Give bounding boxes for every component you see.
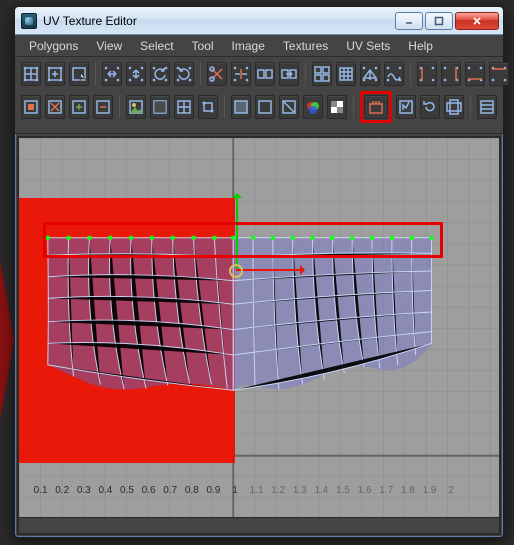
align-v-max[interactable] [489,62,509,86]
ruler-tick: 1.8 [401,485,415,496]
u-axis-ruler: 0.1 0.2 0.3 0.4 0.5 0.6 0.7 0.8 0.9 1 1.1 1.2 1.3 1.4… [19,485,499,499]
ruler-tick: 0.6 [142,485,156,496]
rotate-ccw[interactable] [150,62,170,86]
force-editor-rebake[interactable] [420,95,440,119]
menubar: Polygons View Select Tool Image Textures… [15,35,503,57]
split-uvs[interactable] [231,62,251,86]
menu-polygons[interactable]: Polygons [21,37,86,55]
ruler-tick: 0.3 [77,485,91,496]
dim-image[interactable] [150,95,170,119]
flip-u[interactable] [102,62,122,86]
cut-uv-edges[interactable] [207,62,227,86]
ruler-tick: 0.1 [34,485,48,496]
layout-uvs[interactable] [312,62,332,86]
ruler-tick: 1 [232,485,238,496]
ruler-tick: 1.4 [314,485,328,496]
ruler-tick: 0.8 [185,485,199,496]
update-psd-networks[interactable] [396,95,416,119]
ruler-tick: 0.2 [55,485,69,496]
toggle-filtered-display[interactable] [279,95,299,119]
display-alpha-channel[interactable] [327,95,347,119]
ruler-tick: 1.5 [336,485,350,496]
move-uv-shell-tool[interactable] [45,62,65,86]
ruler-tick: 0.7 [163,485,177,496]
display-rgb-channels[interactable] [303,95,323,119]
menu-image[interactable]: Image [224,37,273,55]
move-manip-v-axis[interactable] [236,194,238,270]
rotate-cw[interactable] [174,62,194,86]
ruler-tick: 1.3 [293,485,307,496]
canvas-area[interactable]: 0.1 0.2 0.3 0.4 0.5 0.6 0.7 0.8 0.9 1 1.1 1.2 1.3 1.4… [17,136,501,535]
ruler-tick: 1.9 [422,485,436,496]
shade-uvs[interactable] [231,95,251,119]
minimize-button[interactable] [395,12,423,30]
pixel-snap[interactable] [198,95,218,119]
display-image[interactable] [126,95,146,119]
sew-uv-edges[interactable] [255,62,275,86]
menu-select[interactable]: Select [132,37,181,55]
move-manip-origin[interactable] [229,264,243,278]
ruler-tick: 0.9 [206,485,220,496]
add-selected-to-isolate[interactable] [69,95,89,119]
unfold-uvs[interactable] [360,62,380,86]
uv-texture-editor-window: UV Texture Editor Polygons View Select T… [14,6,504,538]
menu-view[interactable]: View [88,37,130,55]
ruler-tick: 1.1 [250,485,264,496]
uv-lattice-tool[interactable] [21,62,41,86]
remove-selected-from-isolate[interactable] [93,95,113,119]
ruler-tick: 2 [448,485,454,496]
uv-editor-options[interactable] [477,95,497,119]
menu-tool[interactable]: Tool [184,37,222,55]
ruler-tick: 1.2 [271,485,285,496]
window-title: UV Texture Editor [43,14,389,28]
status-bar [19,517,499,533]
app-icon [21,13,37,29]
isolate-select-toggle[interactable] [21,95,41,119]
relax-uvs[interactable] [384,62,404,86]
uv-mesh[interactable] [19,138,499,533]
move-manip-u-axis[interactable] [236,269,304,271]
grid-uvs[interactable] [336,62,356,86]
ruler-tick: 0.5 [120,485,134,496]
move-and-sew-uvs[interactable] [279,62,299,86]
align-u-min[interactable] [417,62,437,86]
align-v-min[interactable] [465,62,485,86]
select-shortest-edge-tool[interactable] [69,62,89,86]
flip-v[interactable] [126,62,146,86]
menu-uv-sets[interactable]: UV Sets [338,37,398,55]
uv-texture-editor-baking[interactable] [364,95,388,119]
menu-textures[interactable]: Textures [275,37,336,55]
ruler-tick: 0.4 [98,485,112,496]
display-uv-distortion[interactable] [255,95,275,119]
ruler-tick: 1.7 [379,485,393,496]
toolbar [15,57,503,134]
use-image-ratio[interactable] [444,95,464,119]
ruler-tick: 1.6 [358,485,372,496]
titlebar[interactable]: UV Texture Editor [15,7,503,35]
maximize-button[interactable] [425,12,453,30]
annotation-highlight-toolbar [360,91,392,123]
menu-help[interactable]: Help [400,37,441,55]
remove-all-isolated[interactable] [45,95,65,119]
close-button[interactable] [455,12,499,30]
display-grid[interactable] [174,95,194,119]
align-u-max[interactable] [441,62,461,86]
